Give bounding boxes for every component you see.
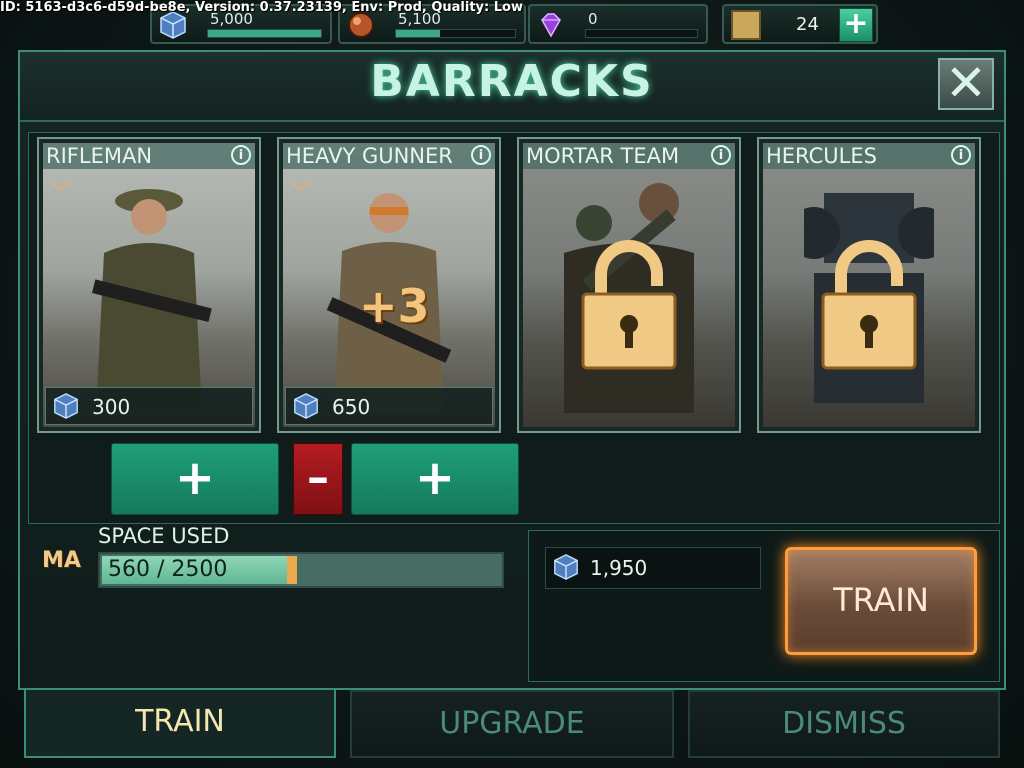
close-button[interactable]: ✕: [938, 58, 994, 110]
medal-value: 24: [796, 14, 819, 35]
info-icon[interactable]: i: [231, 145, 251, 165]
purple-gem-icon: [541, 13, 561, 38]
medal-counter: 24 +: [722, 4, 878, 44]
unit-card-rifleman[interactable]: RIFLEMAN i ﹀ 300: [37, 137, 261, 433]
buy-medals-button[interactable]: +: [839, 8, 873, 42]
blue-cube-icon: [54, 393, 78, 419]
unit-list: RIFLEMAN i ﹀ 300 HEAVY GUNNER i ﹀ +3 650…: [28, 132, 1000, 524]
resource-value: 0: [588, 10, 598, 28]
blue-cube-icon: [294, 393, 318, 419]
space-used-label: SPACE USED: [98, 524, 230, 548]
resource-bar-fill: [396, 30, 441, 37]
space-used-edge: [287, 556, 297, 584]
resource-bar: [207, 29, 322, 38]
lock-icon: [821, 240, 917, 370]
rank-chevron-icon: ﹀: [51, 180, 71, 204]
lock-icon: [581, 240, 677, 370]
unit-card-heavy-gunner[interactable]: HEAVY GUNNER i ﹀ +3 650: [277, 137, 501, 433]
info-icon[interactable]: i: [711, 145, 731, 165]
space-used-bar: 560 / 2500: [98, 552, 504, 588]
resource-bar: [395, 29, 516, 38]
unit-card-hercules[interactable]: HERCULES i: [757, 137, 981, 433]
tab-train[interactable]: TRAIN: [24, 690, 336, 758]
total-cost: 1,950: [545, 547, 761, 589]
unit-name: MORTAR TEAM: [523, 143, 735, 169]
tab-dismiss[interactable]: DISMISS: [688, 690, 1000, 758]
total-cost-value: 1,950: [590, 556, 648, 580]
resource-gems: 0: [528, 4, 708, 44]
space-used-value: 560 / 2500: [108, 557, 228, 582]
info-icon[interactable]: i: [951, 145, 971, 165]
remove-heavy-gunner-button[interactable]: –: [293, 443, 343, 515]
unit-cost-value: 650: [332, 395, 371, 419]
info-icon[interactable]: i: [471, 145, 491, 165]
unit-name: RIFLEMAN: [43, 143, 255, 169]
rank-chevron-icon: ﹀: [291, 180, 311, 204]
unit-name: HEAVY GUNNER: [283, 143, 495, 169]
blue-cube-icon: [554, 554, 578, 580]
resource-bar-fill: [208, 30, 321, 37]
add-rifleman-button[interactable]: +: [111, 443, 279, 515]
debug-overlay: ID: 5163-d3c6-d59d-be8e, Version: 0.37.2…: [0, 0, 523, 15]
queued-count-badge: +3: [359, 279, 430, 333]
training-summary: 1,950 TRAIN: [528, 530, 1000, 682]
rank-icon: MA: [42, 548, 81, 573]
add-heavy-gunner-button[interactable]: +: [351, 443, 519, 515]
medal-icon: [731, 10, 761, 40]
title-bar: BARRACKS ✕: [20, 52, 1004, 122]
unit-cost-value: 300: [92, 395, 131, 419]
page-title: BARRACKS: [370, 56, 654, 107]
resource-bar: [585, 29, 698, 38]
unit-cost: 650: [285, 387, 493, 425]
unit-name: HERCULES: [763, 143, 975, 169]
tab-upgrade[interactable]: UPGRADE: [350, 690, 674, 758]
barracks-panel: BARRACKS ✕ RIFLEMAN i ﹀ 300 HEAVY GUNNER…: [18, 50, 1006, 690]
unit-card-mortar-team[interactable]: MORTAR TEAM i: [517, 137, 741, 433]
unit-cost: 300: [45, 387, 253, 425]
train-button[interactable]: TRAIN: [785, 547, 977, 655]
